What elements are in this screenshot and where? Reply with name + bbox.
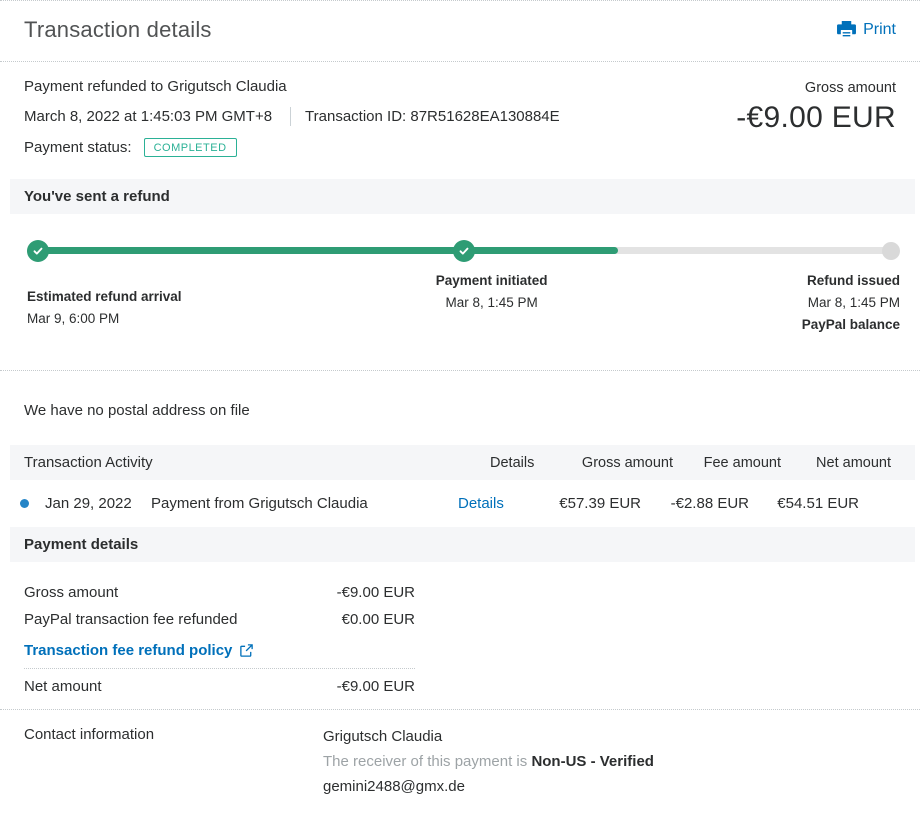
timeline-step-issued: Refund issued Mar 8, 1:45 PM PayPal bala… <box>801 273 900 332</box>
contact-section: Contact information Grigutsch Claudia Th… <box>0 710 920 801</box>
transaction-date: March 8, 2022 at 1:45:03 PM GMT+8 <box>24 108 273 125</box>
detail-label: Gross amount <box>24 584 119 601</box>
row-description: Payment from Grigutsch Claudia <box>151 495 368 512</box>
row-fee-amount: -€2.88 EUR <box>670 495 749 512</box>
payment-details-header: Payment details <box>10 527 915 562</box>
contact-label: Contact information <box>24 726 155 743</box>
column-header-gross: Gross amount <box>581 454 673 471</box>
net-amount-divider <box>24 668 415 669</box>
column-header-details: Details <box>490 454 535 471</box>
detail-label: PayPal transaction fee refunded <box>24 611 238 628</box>
net-amount-label: Net amount <box>24 678 102 695</box>
receiver-status-line: The receiver of this payment is Non-US -… <box>323 753 654 770</box>
row-gross-amount: €57.39 EUR <box>559 495 641 512</box>
print-button[interactable]: Print <box>837 21 896 39</box>
gross-amount-label: Gross amount <box>804 80 896 96</box>
net-amount-row: Net amount -€9.00 EUR <box>24 678 896 695</box>
timeline-step-arrival: Estimated refund arrival Mar 9, 6:00 PM <box>27 289 182 326</box>
gross-amount-value: -€9.00 EUR <box>736 101 896 134</box>
vertical-divider <box>290 107 292 126</box>
payment-details-section: Gross amount -€9.00 EUR PayPal transacti… <box>0 562 920 695</box>
external-link-icon <box>239 643 254 658</box>
transaction-details-page: Transaction details Print Payment refund… <box>0 0 920 835</box>
step-pending-icon <box>882 242 900 260</box>
payment-status-label: Payment status: <box>24 139 132 156</box>
net-amount-value: -€9.00 EUR <box>336 678 415 695</box>
page-header: Transaction details Print <box>0 1 920 62</box>
page-title: Transaction details <box>24 17 212 42</box>
activity-title: Transaction Activity <box>24 454 153 471</box>
details-link[interactable]: Details <box>458 495 538 512</box>
row-net-amount: €54.51 EUR <box>777 495 859 512</box>
detail-value: €0.00 EUR <box>341 611 415 628</box>
timeline-step-initiated: Payment initiated Mar 8, 1:45 PM <box>435 273 548 310</box>
status-badge: COMPLETED <box>143 138 237 157</box>
table-row: Jan 29, 2022 Payment from Grigutsch Clau… <box>0 480 920 527</box>
summary-section: Payment refunded to Grigutsch Claudia Ma… <box>0 62 920 167</box>
transaction-id: Transaction ID: 87R51628EA130884E <box>305 108 560 125</box>
payment-detail-row: Gross amount -€9.00 EUR <box>24 584 896 601</box>
step-complete-icon <box>452 240 475 262</box>
refund-timeline: Estimated refund arrival Mar 9, 6:00 PM … <box>0 214 920 336</box>
print-icon <box>837 21 857 39</box>
column-header-fee: Fee amount <box>703 454 781 471</box>
print-label: Print <box>863 21 896 38</box>
contact-email: gemini2488@gmx.de <box>323 778 465 795</box>
detail-value: -€9.00 EUR <box>336 584 415 601</box>
payment-details-title: Payment details <box>24 536 139 553</box>
postal-address-note: We have no postal address on file <box>24 402 250 419</box>
column-header-net: Net amount <box>816 454 891 471</box>
activity-table-header: Transaction Activity Details Gross amoun… <box>10 445 915 480</box>
status-dot-icon <box>20 499 29 508</box>
contact-name: Grigutsch Claudia <box>323 728 443 745</box>
step-complete-icon <box>27 240 49 262</box>
timeline-progress <box>37 247 618 254</box>
refund-section-title: You've sent a refund <box>24 188 170 205</box>
payment-detail-row: PayPal transaction fee refunded €0.00 EU… <box>24 611 896 628</box>
row-date: Jan 29, 2022 <box>45 495 132 512</box>
fee-refund-policy-link[interactable]: Transaction fee refund policy <box>24 642 254 659</box>
refund-section-header: You've sent a refund <box>10 179 915 214</box>
refund-recipient-text: Payment refunded to Grigutsch Claudia <box>24 78 287 95</box>
